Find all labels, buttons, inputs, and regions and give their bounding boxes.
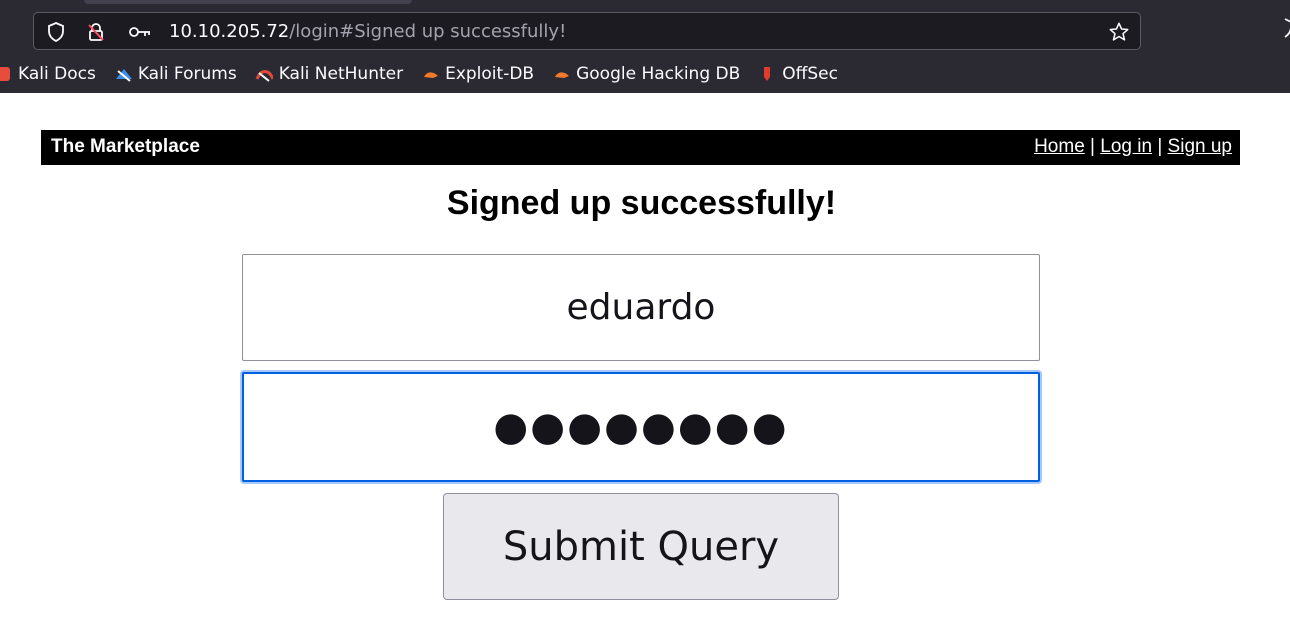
url-host: 10.10.205.72 [169, 21, 290, 42]
url-text[interactable]: 10.10.205.72/login#Signed up successfull… [169, 13, 566, 51]
url-bar[interactable]: 10.10.205.72/login#Signed up successfull… [33, 12, 1141, 50]
insecure-lock-icon[interactable] [84, 13, 108, 51]
bookmark-label: Exploit-DB [445, 64, 535, 84]
password-input[interactable]: ●●●●●●●● [242, 372, 1040, 482]
submit-button[interactable]: Submit Query [443, 493, 839, 600]
kali-forums-favicon-icon [114, 65, 132, 83]
bookmark-kali-nethunter[interactable]: Kali NetHunter [255, 64, 403, 84]
shield-extension-icon[interactable] [1278, 18, 1290, 42]
bookmark-label: Kali NetHunter [278, 64, 404, 84]
bookmark-kali-docs[interactable]: Kali Docs [0, 64, 96, 84]
kali-nethunter-favicon-icon [255, 65, 273, 83]
browser-toolbar: 10.10.205.72/login#Signed up successfull… [0, 0, 1290, 93]
ghdb-favicon-icon [552, 65, 570, 83]
site-header: The Marketplace Home | Log in | Sign up [41, 130, 1240, 165]
nav-home-link[interactable]: Home [1034, 136, 1085, 157]
bookmark-exploit-db[interactable]: Exploit-DB [421, 64, 534, 84]
active-tab[interactable] [84, 0, 412, 4]
shield-icon[interactable] [44, 13, 68, 51]
bookmark-kali-forums[interactable]: Kali Forums [114, 64, 237, 84]
url-path: /login#Signed up successfully! [289, 21, 567, 42]
page-heading: Signed up successfully! [446, 184, 837, 222]
site-title: The Marketplace [51, 136, 200, 157]
password-masked-value: ●●●●●●●● [493, 404, 789, 450]
bookmark-label: OffSec [782, 64, 838, 84]
key-icon[interactable] [126, 13, 154, 51]
site-nav: Home | Log in | Sign up [1034, 130, 1232, 163]
bookmark-label: Kali Docs [18, 64, 96, 84]
nav-signup-link[interactable]: Sign up [1168, 136, 1232, 157]
nav-separator: | [1157, 136, 1163, 157]
bookmarks-bar: Kali Docs Kali Forums Kali NetHunter Exp… [0, 58, 856, 90]
exploit-db-favicon-icon [421, 65, 439, 83]
bookmark-google-hacking-db[interactable]: Google Hacking DB [552, 64, 740, 84]
bookmark-star-icon[interactable] [1106, 13, 1132, 51]
bookmark-offsec[interactable]: OffSec [758, 64, 838, 84]
nav-login-link[interactable]: Log in [1100, 136, 1152, 157]
kali-docs-favicon-icon [0, 65, 12, 83]
offsec-favicon-icon [758, 65, 776, 83]
username-input[interactable] [242, 254, 1040, 361]
nav-separator: | [1090, 136, 1095, 157]
bookmark-label: Google Hacking DB [576, 64, 741, 84]
bookmark-label: Kali Forums [137, 64, 237, 84]
